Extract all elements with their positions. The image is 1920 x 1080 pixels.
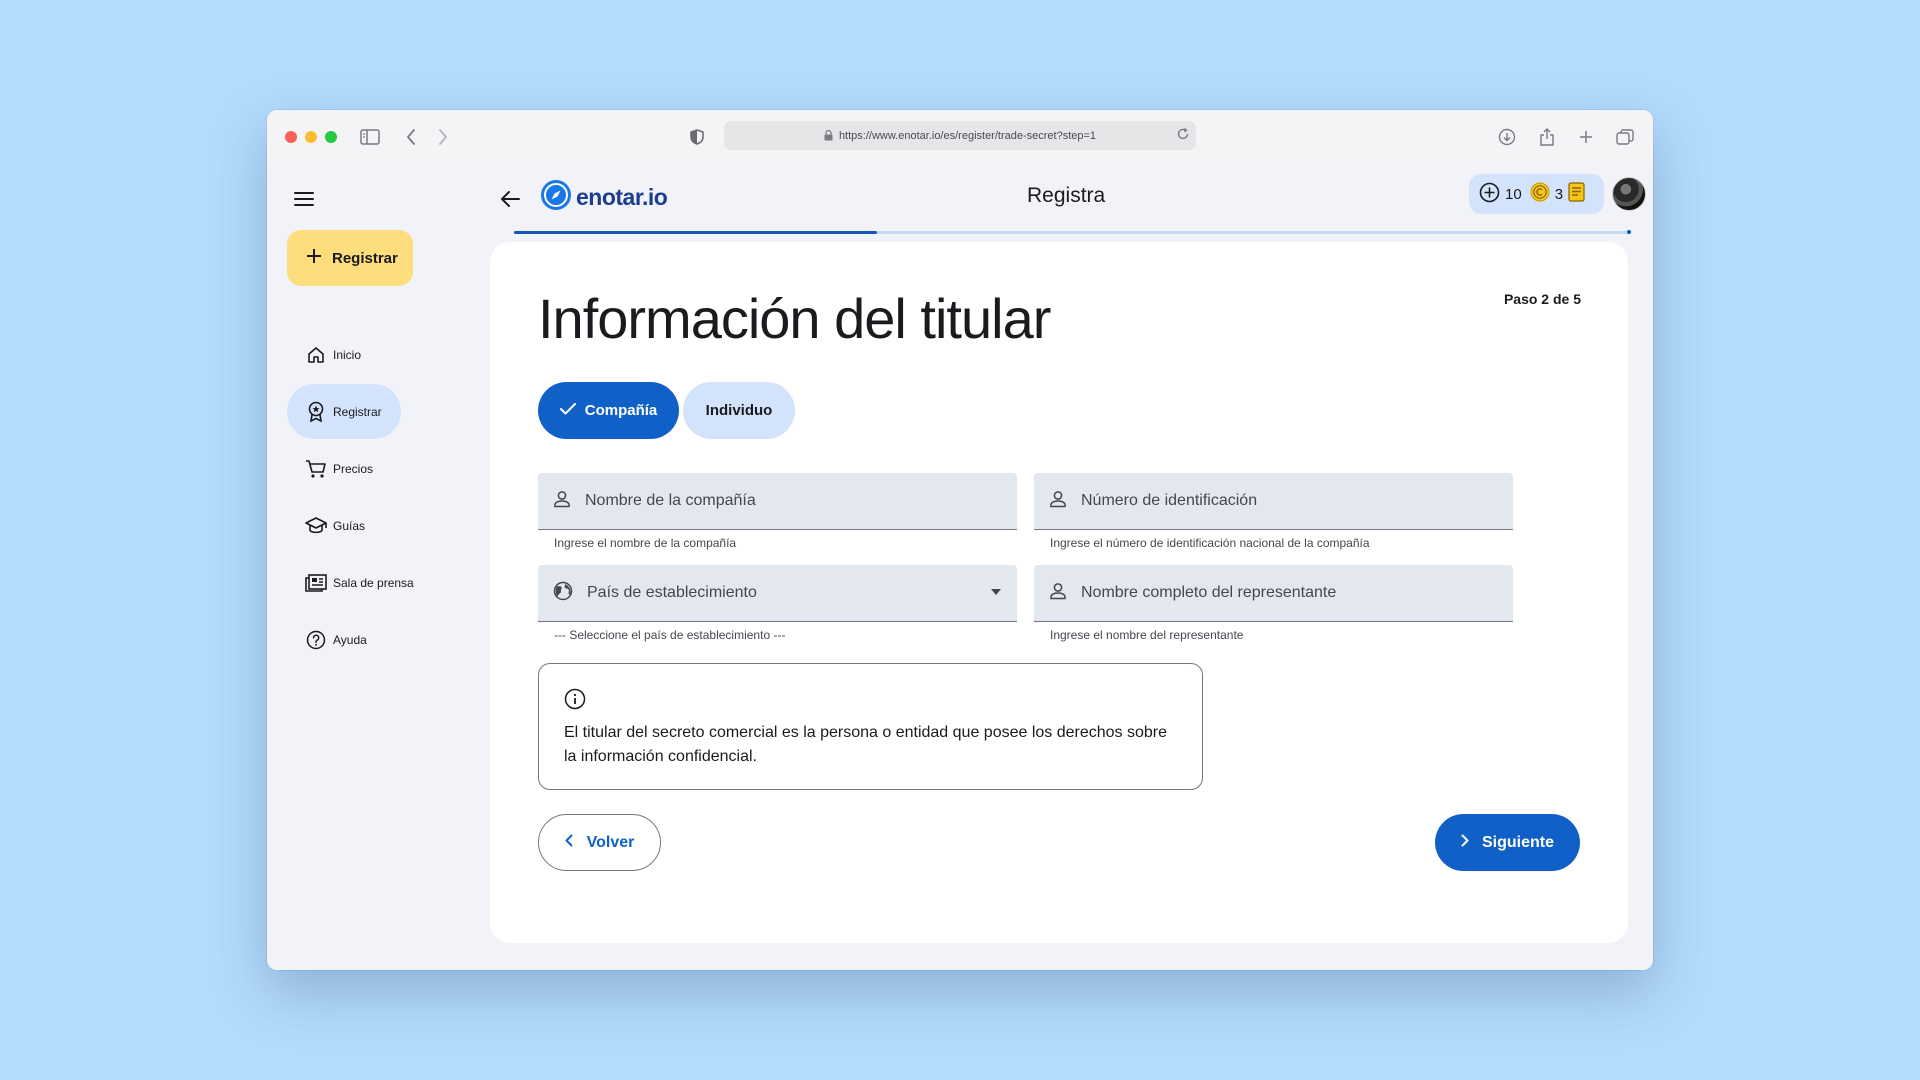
representative-label: Nombre completo del representante: [1081, 584, 1337, 601]
compass-logo-icon: [540, 179, 572, 216]
toggle-company-button[interactable]: Compañía: [538, 382, 679, 439]
fab-label: Registrar: [332, 249, 398, 267]
close-window-button[interactable]: [285, 131, 297, 143]
chevron-left-icon: [565, 834, 573, 852]
sidebar-toggle-icon[interactable]: [357, 124, 383, 150]
app-page: Registrar Inicio Registrar Precios Guías…: [267, 162, 1653, 970]
sidebar-item-sala-de-prensa[interactable]: Sala de prensa: [287, 555, 414, 610]
toggle-individual-label: Individuo: [705, 402, 773, 419]
coins-count: 3: [1554, 185, 1564, 203]
newspaper-icon: [305, 572, 327, 594]
downloads-icon[interactable]: [1494, 124, 1520, 150]
minimize-window-button[interactable]: [305, 131, 317, 143]
credits-count: 10: [1505, 185, 1522, 203]
sidebar-item-label: Ayuda: [333, 632, 367, 647]
next-button-label: Siguiente: [1481, 833, 1554, 851]
company-name-label: Nombre de la compañía: [585, 492, 756, 509]
add-credit-icon: [1479, 182, 1500, 207]
register-fab-button[interactable]: Registrar: [287, 230, 413, 286]
sidebar-item-precios[interactable]: Precios: [287, 441, 402, 496]
sidebar-item-label: Inicio: [333, 347, 362, 362]
id-number-help: Ingrese el número de identificación naci…: [1050, 536, 1370, 550]
person-icon: [1049, 490, 1067, 513]
form-card: Paso 2 de 5 Información del titular Comp…: [490, 242, 1628, 943]
tabs-overview-icon[interactable]: [1612, 124, 1638, 150]
sidebar-item-label: Registrar: [333, 404, 382, 419]
country-label: País de establecimiento: [587, 584, 757, 601]
holder-type-toggle: Compañía Individuo: [538, 382, 795, 439]
company-name-input[interactable]: Nombre de la compañía: [538, 473, 1017, 530]
logo-text: enotar.io: [576, 184, 668, 210]
id-number-label: Número de identificación: [1081, 492, 1258, 509]
sidebar-item-guias[interactable]: Guías: [287, 498, 402, 553]
progress-end-dot: [1627, 230, 1631, 234]
info-box: El titular del secreto comercial es la p…: [538, 663, 1203, 790]
chevron-right-icon: [1461, 834, 1469, 852]
person-icon: [553, 490, 571, 513]
browser-toolbar: https://www.enotar.io/es/register/trade-…: [267, 110, 1653, 162]
sidebar-item-ayuda[interactable]: Ayuda: [287, 612, 402, 667]
next-button[interactable]: Siguiente: [1435, 814, 1580, 871]
coin-icon: [1530, 182, 1550, 206]
help-circle-icon: [305, 629, 327, 651]
representative-input[interactable]: Nombre completo del representante: [1034, 565, 1513, 622]
person-icon: [1049, 582, 1067, 605]
enotario-logo[interactable]: enotar.io: [540, 179, 668, 216]
sidebar-item-label: Sala de prensa: [333, 575, 414, 590]
share-icon[interactable]: [1534, 124, 1560, 150]
menu-icon[interactable]: [294, 190, 316, 208]
sidebar-nav: Inicio Registrar Precios Guías Sala de p…: [287, 327, 414, 669]
browser-back-icon[interactable]: [398, 124, 424, 150]
back-button-label: Volver: [586, 833, 635, 851]
sidebar-item-inicio[interactable]: Inicio: [287, 327, 402, 382]
sidebar-item-label: Precios: [333, 461, 374, 476]
award-icon: [305, 401, 327, 423]
home-icon: [305, 344, 327, 366]
country-help: --- Seleccione el país de establecimient…: [554, 628, 786, 642]
progress-fill: [514, 231, 878, 234]
plus-icon: [306, 248, 322, 268]
sidebar-item-label: Guías: [333, 518, 366, 533]
browser-window: https://www.enotar.io/es/register/trade-…: [267, 110, 1653, 970]
credits-badge[interactable]: 10 3: [1469, 174, 1604, 214]
back-arrow-icon[interactable]: [497, 186, 523, 212]
representative-help: Ingrese el nombre del representante: [1050, 628, 1244, 642]
privacy-shield-icon[interactable]: [684, 124, 710, 150]
back-button[interactable]: Volver: [538, 814, 661, 871]
cart-icon: [305, 458, 327, 480]
certificate-icon: [1568, 182, 1585, 206]
representative-field: Nombre completo del representante Ingres…: [1034, 565, 1513, 642]
id-number-input[interactable]: Número de identificación: [1034, 473, 1513, 530]
company-name-field: Nombre de la compañía Ingrese el nombre …: [538, 473, 1017, 550]
toggle-company-label: Compañía: [584, 402, 658, 419]
globe-icon: [553, 581, 573, 606]
zoom-window-button[interactable]: [325, 131, 337, 143]
info-text: El titular del secreto comercial es la p…: [564, 724, 1168, 765]
graduation-cap-icon: [305, 515, 327, 537]
user-avatar[interactable]: [1612, 177, 1646, 211]
check-icon: [559, 402, 576, 419]
step-progress-bar: [514, 230, 1631, 234]
toggle-individual-button[interactable]: Individuo: [683, 382, 795, 439]
company-name-help: Ingrese el nombre de la compañía: [554, 536, 737, 550]
browser-forward-icon[interactable]: [430, 124, 456, 150]
page-header-title: Registra: [1027, 184, 1106, 207]
form-title: Información del titular: [538, 287, 1051, 350]
id-number-field: Número de identificación Ingrese el núme…: [1034, 473, 1513, 550]
dropdown-arrow-icon: [991, 589, 1001, 595]
info-icon: [564, 688, 586, 714]
url-text: https://www.enotar.io/es/register/trade-…: [838, 129, 1097, 142]
lock-icon: [824, 130, 833, 141]
country-select[interactable]: País de establecimiento: [538, 565, 1017, 622]
sidebar-item-registrar[interactable]: Registrar: [287, 384, 401, 439]
address-bar[interactable]: https://www.enotar.io/es/register/trade-…: [724, 121, 1196, 150]
reload-icon[interactable]: [1176, 127, 1190, 144]
step-indicator: Paso 2 de 5: [1503, 291, 1581, 307]
new-tab-icon[interactable]: [1573, 124, 1599, 150]
country-field: País de establecimiento --- Seleccione e…: [538, 565, 1017, 642]
